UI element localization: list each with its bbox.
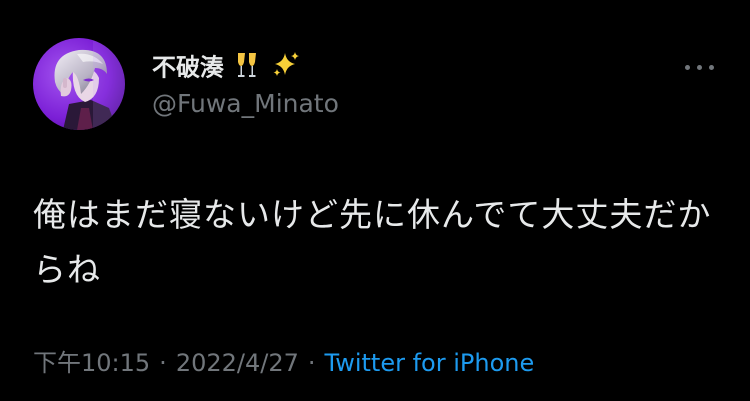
user-handle[interactable]: @Fuwa_Minato (152, 88, 339, 120)
tweet-meta: 下午10:15 · 2022/4/27 · Twitter for iPhone (33, 345, 534, 381)
meta-separator: · (307, 349, 316, 377)
user-avatar[interactable] (33, 38, 125, 130)
tweet: 不破湊 @Fuwa_Minato 俺はまだ寝ないけど先に休んでて大丈夫だからね (0, 0, 750, 401)
tweet-date[interactable]: 2022/4/27 (176, 349, 299, 377)
champagne-glasses-icon (236, 52, 258, 85)
tweet-source-link[interactable]: Twitter for iPhone (325, 349, 535, 377)
display-name[interactable]: 不破湊 (152, 51, 301, 86)
sparkles-icon (271, 51, 301, 86)
tweet-text: 俺はまだ寝ないけど先に休んでて大丈夫だからね (33, 195, 712, 289)
meta-separator: · (159, 349, 167, 377)
display-name-text: 不破湊 (152, 53, 224, 82)
avatar-image (33, 38, 125, 130)
tweet-time[interactable]: 下午10:15 (33, 349, 150, 377)
more-horizontal-icon[interactable] (682, 60, 718, 76)
